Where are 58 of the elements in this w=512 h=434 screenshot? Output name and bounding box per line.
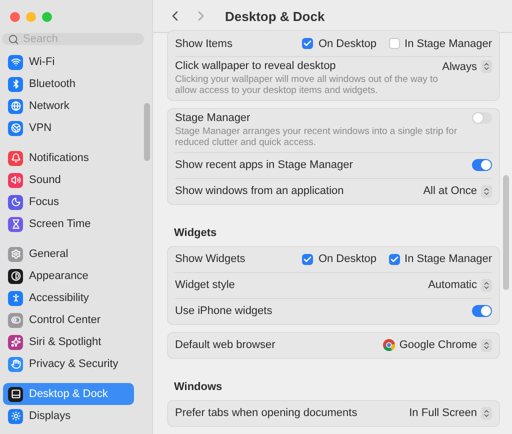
sidebar-item[interactable]: Network [3,95,134,117]
checkbox[interactable] [388,254,400,265]
toggle-switch[interactable] [472,112,492,124]
sidebar-item[interactable]: Siri & Spotlight [3,331,134,353]
setting-label: Default web browser [175,339,276,352]
checkbox-label: In Stage Manager [404,253,492,266]
setting-label: Click wallpaper to reveal desktop [175,60,337,72]
checkbox[interactable] [388,38,400,49]
checkbox[interactable] [302,38,314,49]
checkbox[interactable] [302,254,314,265]
sidebar-item[interactable]: General [3,243,134,265]
setting-label: Show Items [175,38,234,50]
stepper-icon [481,406,492,420]
stepper-icon [481,184,492,198]
window-title: Desktop & Dock [225,8,325,24]
sidebar-item[interactable]: Focus [3,191,134,213]
sidebar-item[interactable]: Wi-Fi [3,51,134,73]
setting-label: Stage Manager [175,112,252,124]
sidebar-item[interactable]: Appearance [3,265,134,287]
browser-icon [383,339,396,352]
stepper-icon [481,338,492,352]
checkbox-label: In Stage Manager [404,38,492,50]
section-title: Widgets [174,226,218,239]
section-title: Windows [174,380,224,393]
toggle-switch[interactable] [472,159,492,172]
toggle-switch[interactable] [472,305,492,318]
sidebar-item[interactable]: Sound [3,169,134,191]
sidebar-item[interactable]: Bluetooth [3,73,134,95]
setting-label: Show windows from an application [175,185,345,198]
sidebar-item[interactable]: VPN [3,117,134,139]
stepper-icon [481,60,492,73]
popup-button[interactable]: Always [442,60,492,73]
checkbox-label: On Desktop [318,38,377,50]
sidebar-item[interactable]: Displays [3,405,134,427]
stepper-icon [481,278,492,292]
setting-label: Use iPhone widgets [175,305,274,318]
zoom-button[interactable] [42,12,52,22]
setting-label: Widget style [175,279,236,292]
setting-description: Stage Manager arranges your recent windows into a single strip for reduced clutter and quick access. [175,126,458,149]
setting-label: Prefer tabs when opening documents [175,407,358,420]
sidebar-item[interactable]: Notifications [3,147,134,169]
setting-description: Clicking your wallpaper will move all windows out of the way to allow access to your desktop items and widgets. [175,74,439,97]
close-button[interactable] [10,12,20,22]
popup-button[interactable]: In Full Screen [409,406,492,420]
minimize-button[interactable] [26,12,36,22]
popup-button[interactable]: All at Once [423,184,492,198]
search-icon [8,34,19,44]
setting-label: Show recent apps in Stage Manager [175,159,354,172]
sidebar-item[interactable]: Screen Time [3,213,134,235]
setting-label: Show Widgets [175,253,246,266]
sidebar-item[interactable]: Control Center [3,309,134,331]
scrollbar[interactable] [503,175,509,290]
checkbox-label: On Desktop [318,253,377,266]
popup-button[interactable]: Google Chrome [383,338,492,352]
sidebar-item[interactable]: Privacy & Security [3,353,134,375]
popup-button[interactable]: Automatic [428,278,492,292]
sidebar-item[interactable]: Accessibility [3,287,134,309]
scrollbar[interactable] [144,103,150,161]
